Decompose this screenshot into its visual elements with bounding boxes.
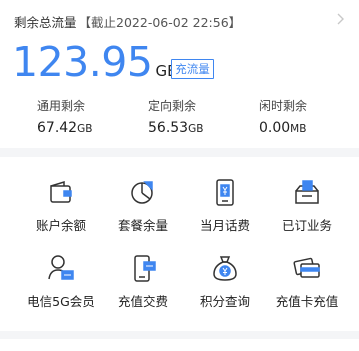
traffic-summary-card: 剩余总流量 【截止2022-06-02 22:56】 123.95 GB 充流量 通… xyxy=(0,0,359,148)
chevron-right-icon[interactable] xyxy=(335,12,345,26)
grid-item-label: 账户余额 xyxy=(35,218,86,233)
grid-item-points-query[interactable]: 积分查询 xyxy=(180,253,270,323)
wallet-icon xyxy=(50,180,72,203)
phone-bill-icon xyxy=(216,179,234,206)
grid-item-card-recharge[interactable]: 充值卡充值 xyxy=(262,253,352,323)
phone-recharge-icon xyxy=(134,255,156,282)
stat-idle: 闲时剩余 0.00MB xyxy=(259,97,359,136)
grid-item-label: 充值卡充值 xyxy=(275,294,339,309)
stat-directed: 定向剩余 56.53GB xyxy=(148,97,248,136)
grid-item-label: 电信5G会员 xyxy=(27,294,95,309)
grid-item-label: 套餐余量 xyxy=(117,218,168,233)
grid-item-5g-member[interactable]: 电信5G会员 xyxy=(16,253,106,323)
next-card-edge xyxy=(0,339,359,351)
pie-chart-icon xyxy=(131,181,153,204)
stat-label: 通用剩余 xyxy=(37,99,86,113)
stat-value: 67.42GB xyxy=(37,120,93,136)
traffic-title: 剩余总流量 【截止2022-06-02 22:56】 xyxy=(14,12,241,31)
grid-item-plan-remaining[interactable]: 套餐余量 xyxy=(98,177,188,247)
money-bag-icon xyxy=(213,256,237,281)
stat-value: 56.53GB xyxy=(148,120,204,136)
member-card-icon xyxy=(48,255,74,280)
grid-item-monthly-bill[interactable]: 当月话费 xyxy=(180,177,270,247)
subscribed-box-icon xyxy=(295,180,319,204)
stat-label: 闲时剩余 xyxy=(259,99,308,113)
stat-general: 通用剩余 67.42GB xyxy=(37,97,137,136)
total-traffic-value: 123.95 xyxy=(12,38,153,86)
recharge-traffic-button[interactable]: 充流量 xyxy=(171,59,214,79)
total-traffic: 123.95 GB xyxy=(12,38,177,86)
deadline-label: 【截止2022-06-02 22:56】 xyxy=(78,15,242,30)
grid-item-label: 充值交费 xyxy=(117,294,168,309)
stat-value: 0.00MB xyxy=(259,120,307,136)
service-grid: 账户余额 套餐余量 当月话费 已订业务 电信5G会员 充值交费 积分查询 充值卡… xyxy=(0,157,359,331)
grid-item-recharge-payment[interactable]: 充值交费 xyxy=(98,253,188,323)
grid-item-label: 当月话费 xyxy=(199,218,250,233)
grid-item-subscribed-services[interactable]: 已订业务 xyxy=(262,177,352,247)
stat-label: 定向剩余 xyxy=(148,99,197,113)
grid-item-account-balance[interactable]: 账户余额 xyxy=(16,177,106,247)
traffic-title-label: 剩余总流量 xyxy=(14,15,77,30)
cards-icon xyxy=(293,257,320,278)
grid-item-label: 积分查询 xyxy=(199,294,250,309)
grid-item-label: 已订业务 xyxy=(281,218,332,233)
